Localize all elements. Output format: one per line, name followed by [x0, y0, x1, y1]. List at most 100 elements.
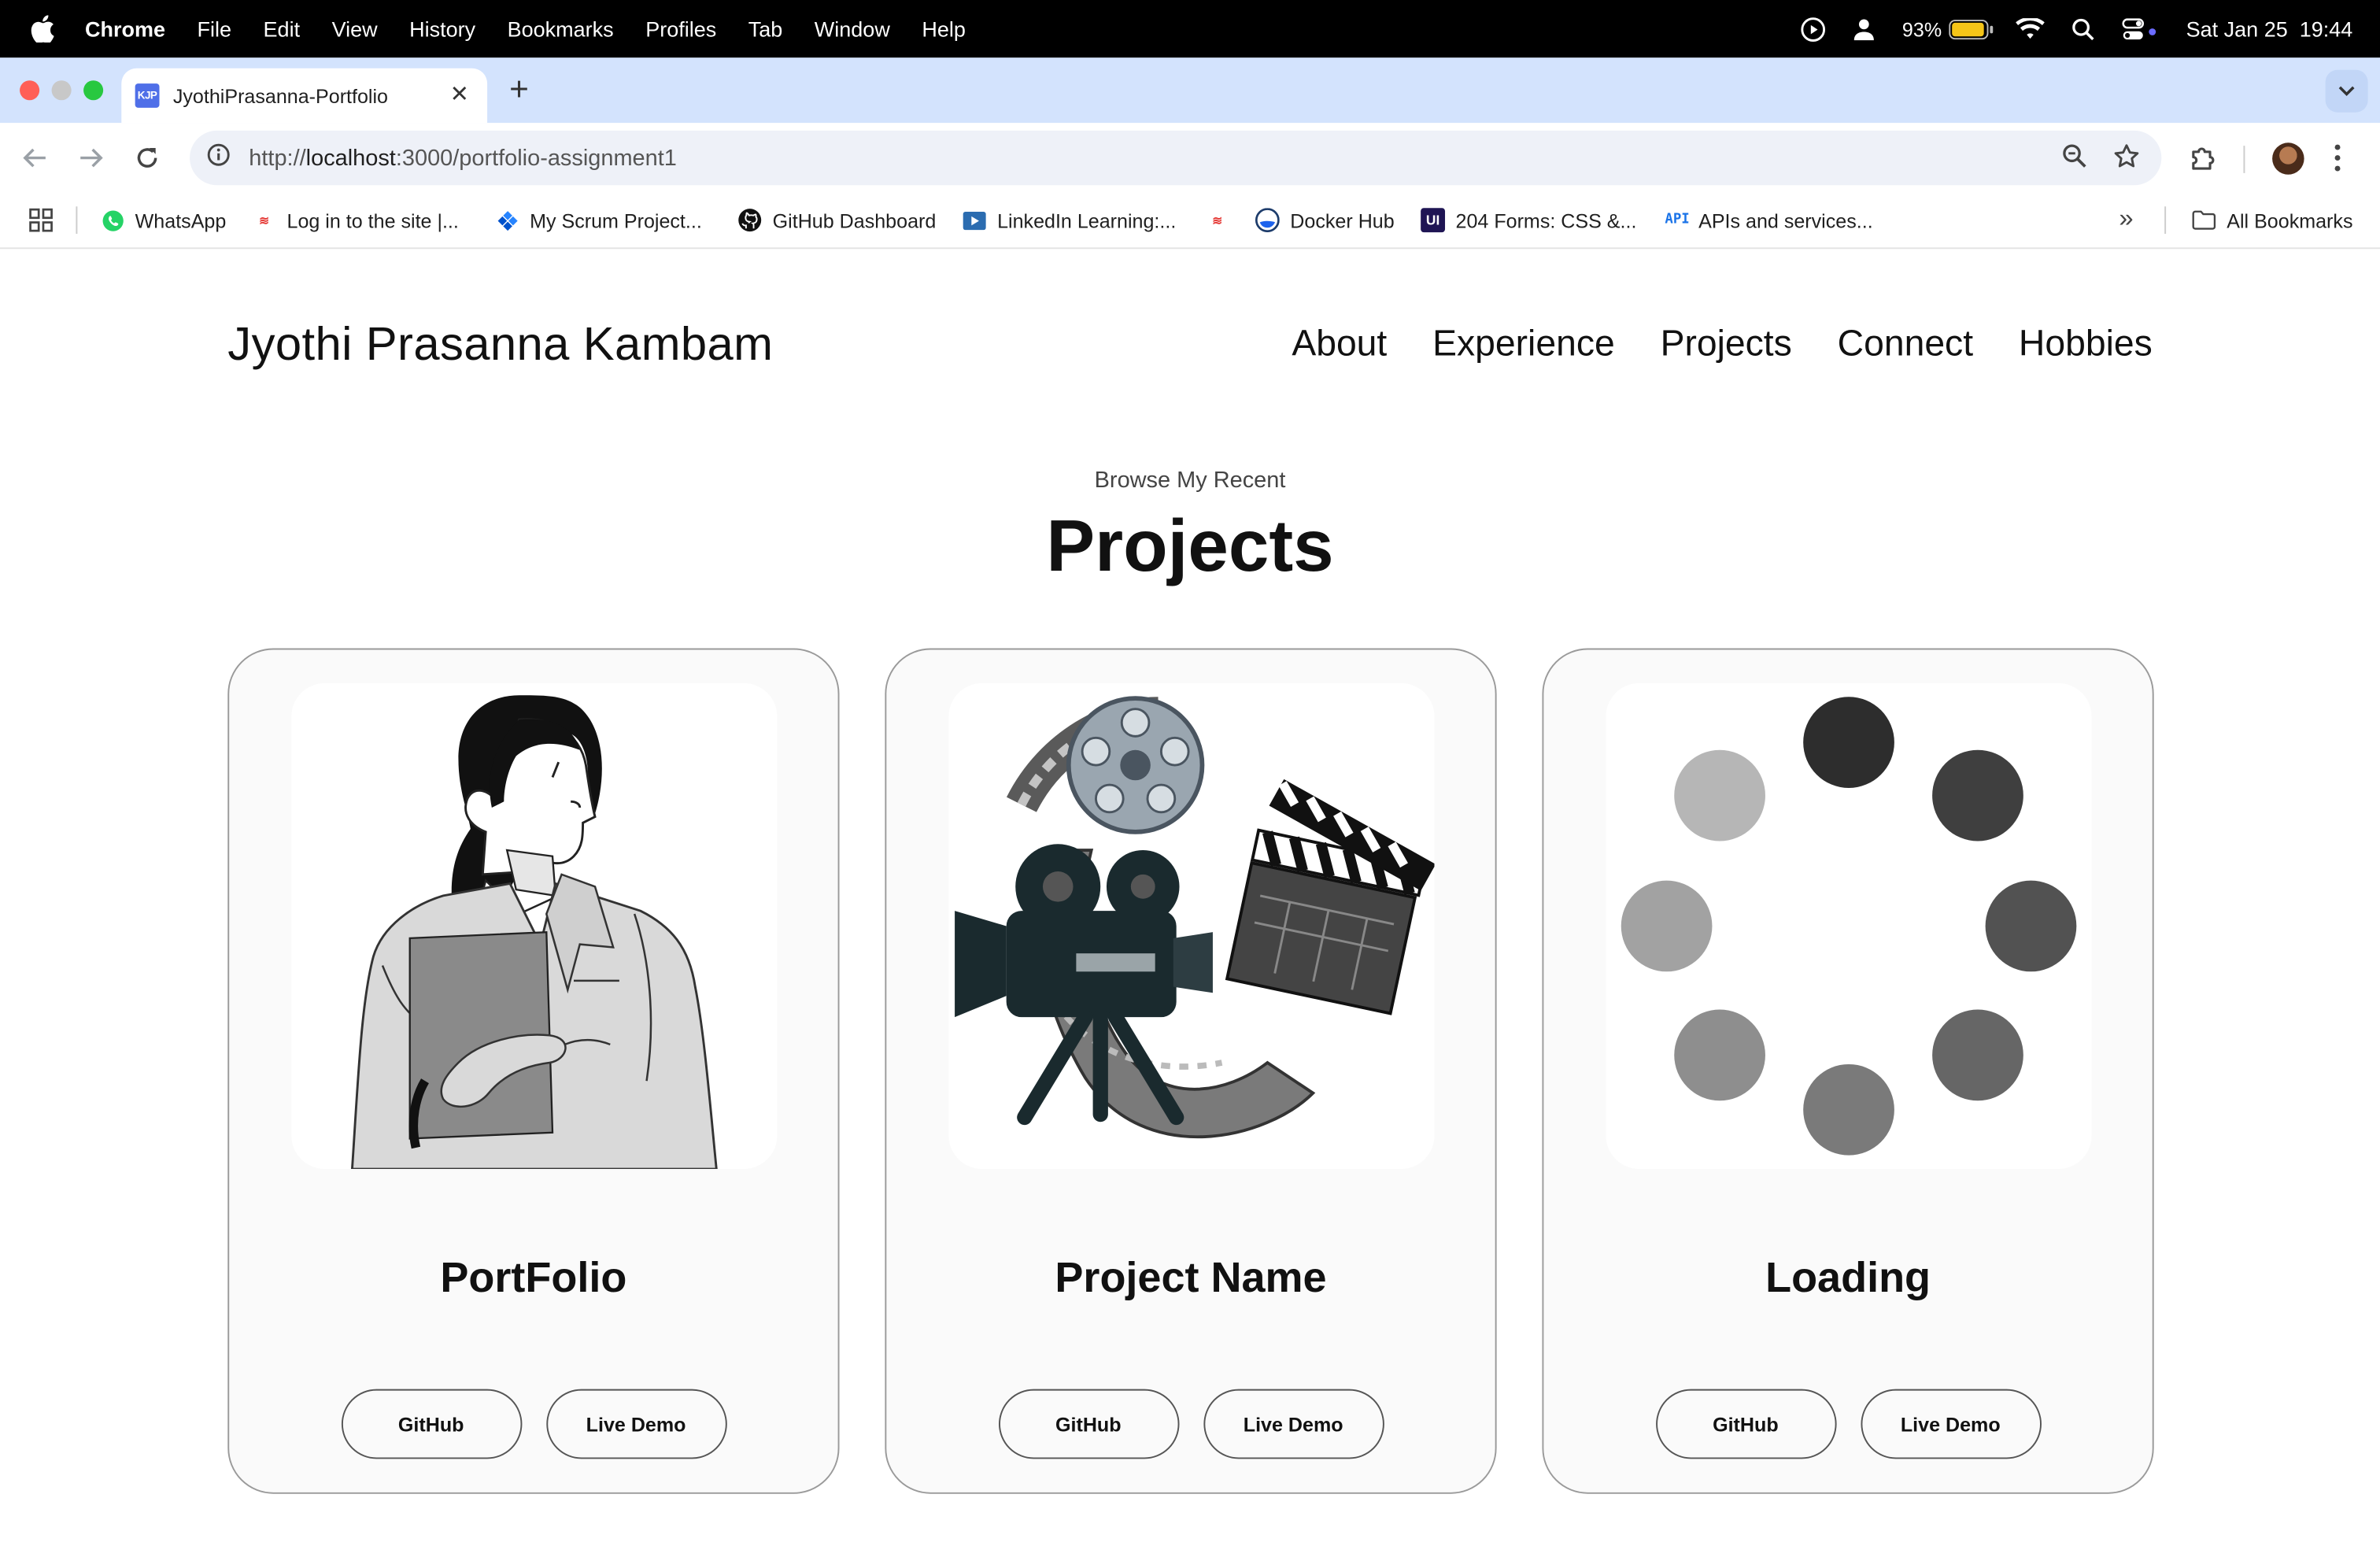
site-icon: ≋ — [259, 213, 270, 227]
ui-icon: UI — [1421, 208, 1446, 233]
nav-connect[interactable]: Connect — [1838, 324, 1973, 366]
section-title: Projects — [1046, 507, 1334, 588]
linkedin-learning-icon — [963, 208, 987, 232]
tab-search-button[interactable] — [2325, 69, 2368, 113]
site-name[interactable]: Jyothi Prasanna Kambam — [227, 317, 773, 372]
loading-spinner-illustration — [1606, 682, 2092, 1170]
profile-avatar[interactable] — [2272, 142, 2304, 175]
zoom-icon[interactable] — [2061, 142, 2089, 176]
menu-view[interactable]: View — [332, 17, 378, 41]
zoom-window-button[interactable] — [83, 80, 104, 101]
menu-profiles[interactable]: Profiles — [645, 17, 716, 41]
site-nav: About Experience Projects Connect Hobbie… — [1292, 324, 2152, 366]
bookmark-label: 204 Forms: CSS &... — [1455, 209, 1637, 232]
nav-hobbies[interactable]: Hobbies — [2019, 324, 2153, 366]
more-bookmarks-chevron-icon[interactable]: » — [2119, 203, 2133, 234]
user-icon[interactable] — [1853, 17, 1875, 40]
bookmark-star-icon[interactable] — [2113, 142, 2141, 176]
tab-strip: KJP JyothiPrasanna-Portfolio ✕ + — [0, 57, 2380, 124]
jira-icon — [495, 208, 519, 232]
control-center-icon[interactable] — [2122, 17, 2159, 40]
bookmarks-divider — [2164, 206, 2167, 235]
bookmark-label: LinkedIn Learning:... — [997, 209, 1177, 232]
tab-favicon: KJP — [135, 83, 160, 108]
more-menu-icon[interactable] — [2333, 142, 2342, 180]
woman-illustration — [291, 682, 778, 1170]
menu-bookmarks[interactable]: Bookmarks — [508, 17, 614, 41]
close-window-button[interactable] — [20, 80, 40, 101]
battery-status[interactable]: 93% — [1901, 17, 1994, 41]
bookmark-whatsapp[interactable]: WhatsApp — [100, 208, 226, 232]
menu-window[interactable]: Window — [815, 17, 890, 41]
project-card: Project Name GitHub Live Demo — [885, 648, 1497, 1494]
bookmark-label: Log in to the site |... — [286, 209, 459, 232]
github-button[interactable]: GitHub — [340, 1389, 522, 1459]
apps-grid-icon[interactable] — [29, 208, 54, 232]
bookmark-docker-hub[interactable]: Docker Hub — [1255, 208, 1395, 233]
window-controls — [20, 80, 104, 101]
menu-bar: Chrome File Edit View History Bookmarks … — [0, 0, 2380, 58]
site-info-icon[interactable] — [206, 142, 231, 173]
live-demo-button[interactable]: Live Demo — [1203, 1389, 1384, 1459]
bookmark-login-site[interactable]: ≋ Log in to the site |... — [252, 208, 459, 232]
new-tab-button[interactable]: + — [505, 70, 533, 109]
menu-edit[interactable]: Edit — [264, 17, 301, 41]
address-bar[interactable]: http://localhost:3000/portfolio-assignme… — [190, 130, 2162, 186]
extensions-puzzle-icon[interactable] — [2189, 142, 2219, 180]
address-bar-actions — [2061, 142, 2140, 176]
bookmark-linkedin-learning[interactable]: LinkedIn Learning:... — [963, 208, 1177, 232]
menu-tab[interactable]: Tab — [748, 17, 783, 41]
toolbar-divider — [2243, 146, 2245, 173]
bookmark-label: WhatsApp — [135, 209, 227, 232]
bookmarks-bar: WhatsApp ≋ Log in to the site |... My Sc… — [0, 192, 2380, 250]
browser-tab-active[interactable]: KJP JyothiPrasanna-Portfolio ✕ — [121, 68, 488, 124]
bookmark-apis-services[interactable]: API APIs and services... — [1664, 208, 1872, 232]
docker-icon — [1255, 208, 1280, 233]
url-scheme: http:// — [249, 145, 306, 171]
menu-file[interactable]: File — [198, 17, 232, 41]
project-name: Loading — [1765, 1254, 1931, 1301]
spotlight-search-icon[interactable] — [2072, 17, 2095, 40]
live-demo-button[interactable]: Live Demo — [1860, 1389, 2042, 1459]
reload-icon — [137, 148, 157, 168]
forward-arrow-icon — [80, 148, 103, 168]
bookmark-scrum-project[interactable]: My Scrum Project... — [495, 208, 702, 232]
all-bookmarks-label: All Bookmarks — [2227, 209, 2353, 232]
project-links: GitHub Live Demo — [229, 1389, 837, 1459]
whatsapp-icon — [100, 208, 124, 232]
tab-close-icon[interactable]: ✕ — [450, 83, 469, 108]
project-card: PortFolio GitHub Live Demo — [227, 648, 840, 1494]
live-demo-button[interactable]: Live Demo — [545, 1389, 726, 1459]
date-time[interactable]: Sat Jan 25 19:44 — [2186, 17, 2353, 41]
wifi-icon[interactable] — [2016, 18, 2046, 39]
menu-app-name[interactable]: Chrome — [85, 17, 165, 41]
all-bookmarks-button[interactable]: All Bookmarks — [2192, 208, 2353, 232]
bookmark-forms-css[interactable]: UI 204 Forms: CSS &... — [1421, 208, 1637, 233]
api-icon: API — [1665, 213, 1690, 228]
menu-help[interactable]: Help — [922, 17, 966, 41]
bookmark-untitled-site[interactable]: ≋ — [1205, 208, 1240, 232]
forward-button[interactable] — [76, 142, 106, 173]
back-arrow-icon — [23, 148, 46, 168]
apple-icon[interactable] — [31, 15, 55, 43]
minimize-window-button[interactable] — [51, 80, 72, 101]
nav-about[interactable]: About — [1292, 324, 1387, 366]
url-path: :3000/portfolio-assignment1 — [395, 145, 677, 171]
github-button[interactable]: GitHub — [1655, 1389, 1836, 1459]
movie-camera-illustration — [948, 682, 1435, 1170]
bookmark-label: GitHub Dashboard — [772, 209, 937, 232]
nav-experience[interactable]: Experience — [1432, 324, 1615, 366]
browser-toolbar: http://localhost:3000/portfolio-assignme… — [0, 123, 2380, 193]
github-button[interactable]: GitHub — [998, 1389, 1179, 1459]
section-subtitle: Browse My Recent — [1094, 468, 1286, 494]
play-icon[interactable] — [1801, 16, 1827, 42]
bookmark-github-dashboard[interactable]: GitHub Dashboard — [737, 208, 936, 232]
screen: Chrome File Edit View History Bookmarks … — [0, 0, 2380, 1546]
reload-button[interactable] — [132, 142, 163, 173]
battery-percent: 93% — [1901, 17, 1942, 41]
nav-projects[interactable]: Projects — [1661, 324, 1792, 366]
chevron-down-icon — [2338, 86, 2355, 97]
back-button[interactable] — [20, 142, 50, 173]
menu-history[interactable]: History — [409, 17, 475, 41]
project-name: PortFolio — [440, 1254, 627, 1301]
